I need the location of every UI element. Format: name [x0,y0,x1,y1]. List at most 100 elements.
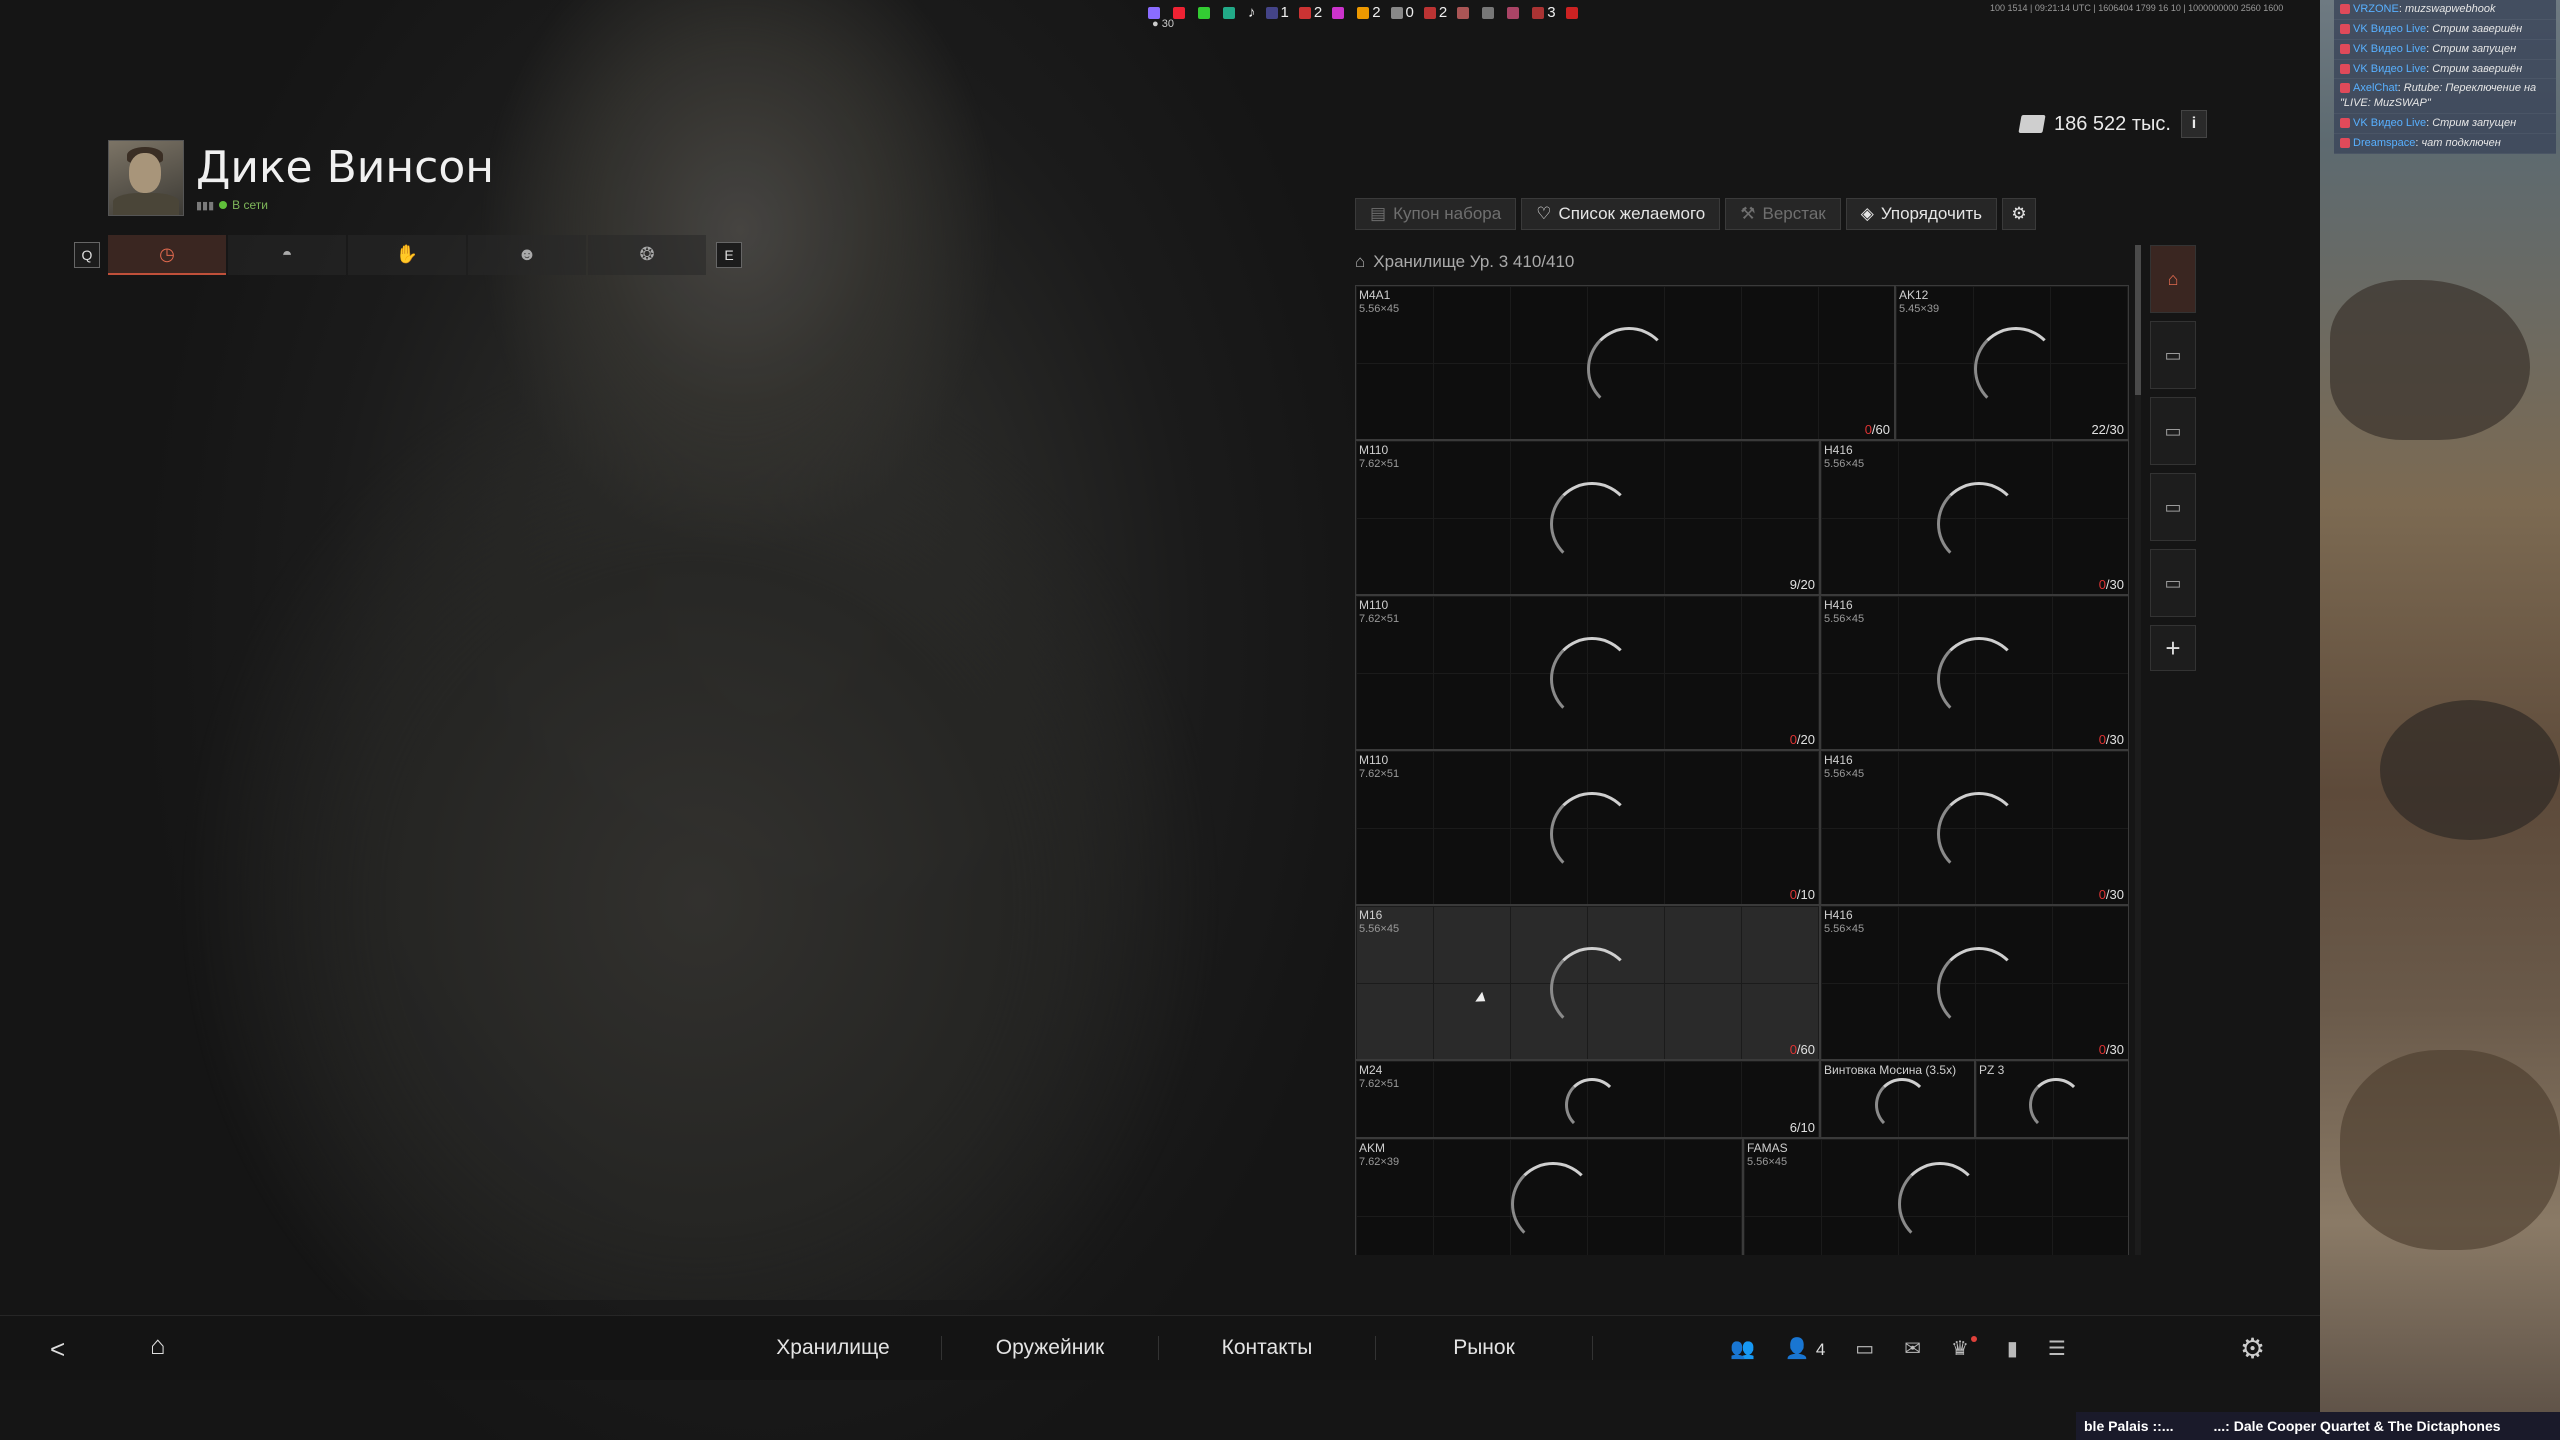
stash-item[interactable]: Винтовка Мосина (3.5x) [1820,1060,1975,1138]
item-durability: 0/30 [2099,1042,2124,1057]
loading-spinner-icon [1898,1162,1982,1246]
back-button[interactable]: < [50,1334,65,1365]
nav-contacts[interactable]: Контакты [1159,1336,1376,1360]
helmet-icon: ◓ [281,243,293,264]
stash-tab-5[interactable]: ▭ [2150,549,2196,617]
durability-current: 0 [2098,887,2106,902]
stash-item[interactable]: M16 5.56×45 0/60 [1355,905,1820,1060]
item-name: M110 [1359,443,1389,457]
stash-item[interactable]: FAMAS 5.56×45 [1743,1138,2129,1255]
stash-tab-4[interactable]: ▭ [2150,473,2196,541]
item-caliber: 5.56×45 [1824,458,1865,470]
tab-helmet[interactable]: ◓ [228,235,346,275]
stash-tab-3[interactable]: ▭ [2150,397,2196,465]
avatar[interactable] [108,140,184,216]
tray-counter: 2 [1357,4,1381,21]
tasks-button[interactable]: ☰ [2048,1336,2066,1361]
stash-item[interactable]: AKM 7.62×39 [1355,1138,1743,1255]
settings-button[interactable]: ⚙ [2240,1332,2265,1365]
stash-item[interactable]: M110 7.62×51 0/10 [1355,750,1820,905]
platform-badge-icon [2340,63,2350,74]
friends-button[interactable]: 👤 4 [1785,1336,1825,1361]
durability-max: /60 [1796,1042,1815,1057]
nav-gunsmith[interactable]: Оружейник [942,1336,1159,1360]
stash-item[interactable]: H416 5.56×45 0/30 [1820,595,2129,750]
stash-item[interactable]: M110 7.62×51 9/20 [1355,440,1820,595]
mail-button[interactable]: ✉ [1904,1336,1921,1361]
loading-spinner-icon [1936,636,2021,721]
nav-stash[interactable]: Хранилище [725,1336,942,1360]
stash-side-tabs: ⌂ ▭ ▭ ▭ ▭ + [2150,245,2196,671]
stash-item[interactable]: H416 5.56×45 0/30 [1820,905,2129,1060]
chat-button[interactable]: ▭ [1855,1336,1874,1361]
add-stash-button[interactable]: + [2150,625,2196,671]
info-button[interactable]: i [2180,110,2207,138]
durability-current: 0 [1789,887,1797,902]
friends-count: 4 [1815,1339,1826,1359]
chat-message: VK Видео Live: Стрим завершён [2334,20,2556,40]
key-hint-e: E [716,242,742,268]
home-icon: ⌂ [150,1330,166,1360]
tray-counter: 2 [1423,4,1447,21]
tray-app-icon: ♪ [1248,3,1256,21]
plus-icon: + [2165,632,2181,663]
item-name: AKM [1359,1141,1386,1155]
loading-spinner-icon [1874,1078,1929,1132]
achievements-button[interactable]: ♛ [1951,1335,1977,1361]
loading-spinner-icon [2029,1078,2083,1132]
tray-counter: 1 [1265,4,1289,21]
stash-tab-main[interactable]: ⌂ [2150,245,2196,313]
squad-icon: 👥 [1730,1337,1755,1360]
stash-title: Хранилище Ур. 3 410/410 [1373,252,1575,271]
home-button[interactable]: ⌂ [150,1330,166,1361]
durability-current: 0 [1789,1042,1797,1057]
squad-button[interactable]: 👥 [1730,1336,1755,1361]
item-name: M110 [1359,753,1389,767]
stash-tab-2[interactable]: ▭ [2150,321,2196,389]
item-name: M110 [1359,598,1389,612]
stash-header: ⌂ Хранилище Ур. 3 410/410 [1355,252,1574,272]
item-durability: 0/30 [2099,577,2124,592]
tray-secondary: ● 30 [1152,18,1174,30]
workbench-button[interactable]: ⚒ Верстак [1725,198,1841,230]
sort-button[interactable]: ◈ Упорядочить [1845,198,1997,230]
stash-item[interactable]: M110 7.62×51 0/20 [1355,595,1820,750]
stash-item[interactable]: M4A1 5.56×45 0/60 [1355,285,1895,440]
loading-spinner-icon [1587,326,1671,411]
item-caliber: 7.62×51 [1359,458,1400,470]
item-durability: 0/30 [2099,887,2124,902]
stash-scrollbar[interactable] [2135,245,2141,1255]
mail-icon: ✉ [1904,1337,1921,1360]
tray-app-icon [1457,4,1472,21]
bottom-icons: 👥 👤 4 ▭ ✉ ♛ ▮ ☰ [1730,1316,2066,1380]
item-durability: 0/10 [1790,887,1815,902]
chat-message: VK Видео Live: Стрим запущен [2334,114,2556,134]
journal-button[interactable]: ▮ [2007,1336,2018,1361]
brain-icon: ❂ [639,243,655,264]
loading-spinner-icon [1936,791,2021,876]
loading-spinner-icon [1974,326,2058,411]
item-name: PZ 3 [1979,1063,2005,1077]
character-background [180,0,1230,1300]
wishlist-button[interactable]: ♡ Список желаемого [1521,198,1721,230]
nav-market[interactable]: Рынок [1376,1336,1593,1360]
item-caliber: 7.62×51 [1359,1078,1400,1090]
scrollbar-thumb[interactable] [2135,245,2141,395]
stash-item[interactable]: PZ 3 [1975,1060,2129,1138]
status-text: В сети [232,198,268,212]
tab-loadout[interactable]: ◷ [108,235,226,275]
tab-gloves[interactable]: ✋ [348,235,466,275]
item-name: M24 [1359,1063,1383,1077]
stash-settings-button[interactable]: ⚙ [2002,198,2036,230]
stash-item[interactable]: AK12 5.45×39 22/30 [1895,285,2129,440]
stash-item[interactable]: H416 5.56×45 0/30 [1820,750,2129,905]
stash-item[interactable]: H416 5.56×45 0/30 [1820,440,2129,595]
item-caliber: 5.56×45 [1824,768,1865,780]
coupon-button[interactable]: ▤ Купон набора [1355,198,1517,230]
item-durability: 0/30 [2099,732,2124,747]
box-icon: ▭ [2164,344,2182,365]
durability-current: 0 [2098,577,2106,592]
stash-item[interactable]: M24 7.62×51 6/10 [1355,1060,1820,1138]
tab-skills[interactable]: ❂ [588,235,706,275]
tab-character[interactable]: ☻ [468,235,586,275]
